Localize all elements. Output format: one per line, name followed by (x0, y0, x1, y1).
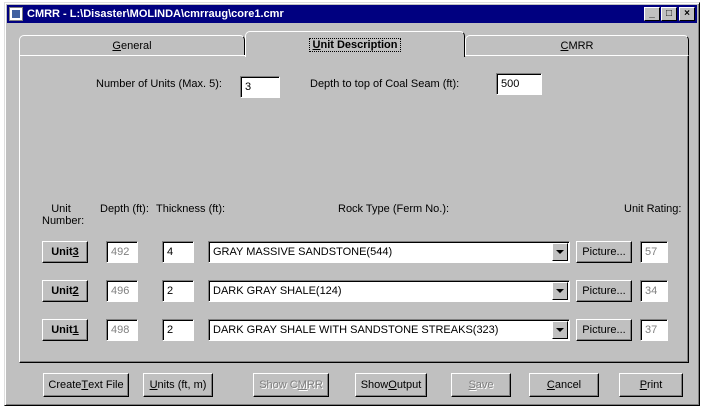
unit-3-thickness[interactable] (162, 241, 194, 263)
unit-1-picture-button[interactable]: Picture... (576, 319, 632, 341)
tab-unit-description[interactable]: Unit Description (245, 31, 465, 57)
tab-general-label: General (112, 39, 152, 52)
print-button[interactable]: Print (619, 373, 683, 397)
unit-2-thickness[interactable] (162, 280, 194, 302)
col-depth: Depth (ft): (100, 203, 149, 215)
window-title: CMRR - L:\Disaster\MOLINDA\cmrraug\core1… (27, 8, 284, 20)
units-toggle-button[interactable]: Units (ft, m) (143, 373, 213, 397)
depth-to-coal-input[interactable] (496, 73, 542, 95)
unit-2-depth (106, 280, 138, 302)
num-units-label: Number of Units (Max. 5): (96, 78, 222, 90)
col-thickness: Thickness (ft): (156, 203, 226, 215)
tab-general[interactable]: General (19, 35, 245, 55)
col-unit-rating: Unit Rating: (624, 203, 682, 215)
create-text-file-button[interactable]: Create Text File (43, 373, 129, 397)
unit-1-thickness[interactable] (162, 319, 194, 341)
unit-3-depth (106, 241, 138, 263)
unit-3-picture-button[interactable]: Picture... (576, 241, 632, 263)
show-output-button[interactable]: Show Output (355, 373, 427, 397)
num-units-input[interactable] (240, 76, 280, 98)
app-icon[interactable] (9, 7, 23, 21)
cmrr-window: CMRR - L:\Disaster\MOLINDA\cmrraug\core1… (4, 2, 700, 406)
tab-cmrr[interactable]: CMRR (465, 35, 689, 55)
unit-1-button[interactable]: Unit 1 (42, 319, 88, 341)
window-controls: _ □ × (643, 7, 695, 21)
col-unit-number: Unit Number: (42, 203, 85, 227)
unit-3-rating (640, 241, 668, 263)
unit-1-rock-type-value: DARK GRAY SHALE WITH SANDSTONE STREAKS(3… (213, 324, 499, 336)
tab-strip: General Unit Description CMRR (19, 31, 689, 57)
col-rock-type: Rock Type (Ferm No.): (338, 203, 450, 215)
unit-1-depth (106, 319, 138, 341)
unit-2-rock-type-select[interactable]: DARK GRAY SHALE(124) (208, 280, 570, 302)
unit-2-rock-type-value: DARK GRAY SHALE(124) (213, 285, 342, 297)
close-button[interactable]: × (679, 7, 695, 21)
unit-1-rock-type-select[interactable]: DARK GRAY SHALE WITH SANDSTONE STREAKS(3… (208, 319, 570, 341)
unit-2-rating (640, 280, 668, 302)
unit-3-rock-type-select[interactable]: GRAY MASSIVE SANDSTONE(544) (208, 241, 570, 263)
unit-1-rating (640, 319, 668, 341)
unit-description-panel: Number of Units (Max. 5): Depth to top o… (19, 55, 689, 363)
unit-2-picture-button[interactable]: Picture... (576, 280, 632, 302)
unit-2-button[interactable]: Unit 2 (42, 280, 88, 302)
cancel-button[interactable]: Cancel (529, 373, 599, 397)
tab-cmrr-label: CMRR (560, 39, 594, 52)
show-cmrr-button[interactable]: Show C M RR (253, 373, 329, 397)
minimize-button[interactable]: _ (644, 7, 660, 21)
chevron-down-icon[interactable] (552, 321, 568, 339)
unit-3-rock-type-value: GRAY MASSIVE SANDSTONE(544) (213, 246, 393, 258)
unit-3-button[interactable]: Unit 3 (42, 241, 88, 263)
depth-to-coal-label: Depth to top of Coal Seam (ft): (310, 78, 460, 90)
chevron-down-icon[interactable] (552, 243, 568, 261)
chevron-down-icon[interactable] (552, 282, 568, 300)
save-button[interactable]: Save (451, 373, 511, 397)
title-bar[interactable]: CMRR - L:\Disaster\MOLINDA\cmrraug\core1… (7, 5, 697, 23)
maximize-button[interactable]: □ (661, 7, 677, 21)
tab-unit-description-label: Unit Description (308, 37, 402, 52)
